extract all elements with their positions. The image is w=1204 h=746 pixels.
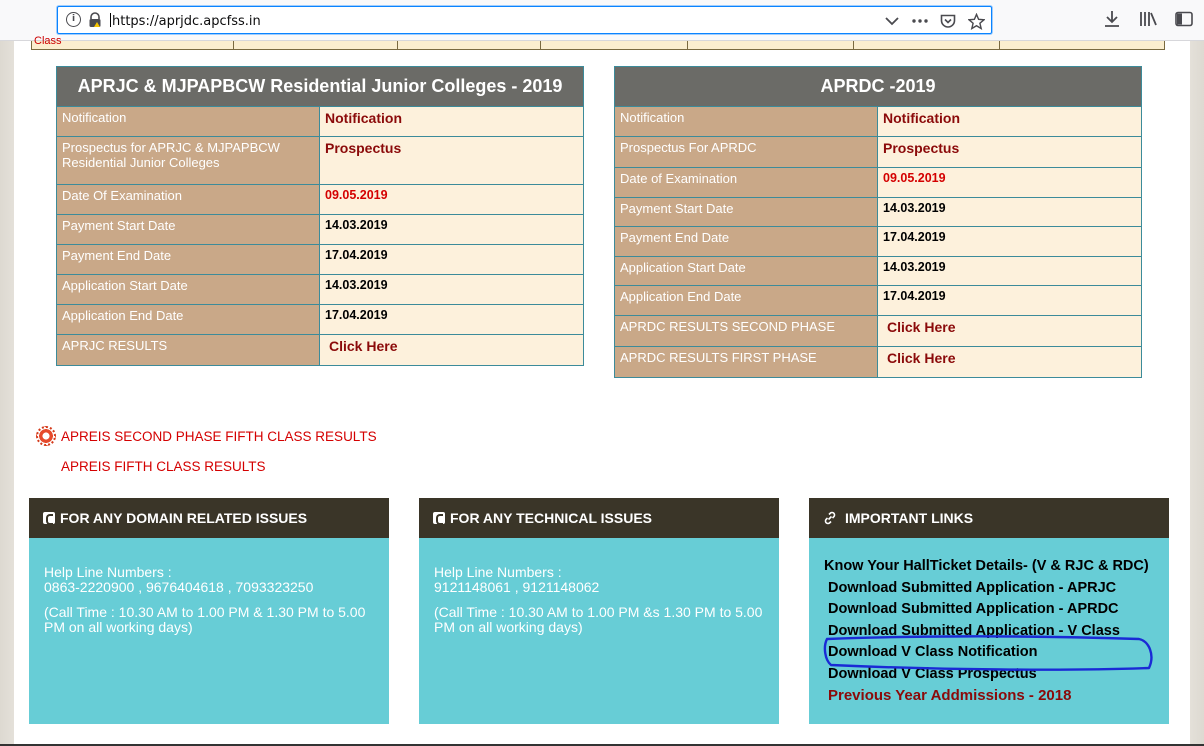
aprjc-key-app-end: Application End Date — [56, 304, 320, 335]
sidebar-icon[interactable] — [1174, 8, 1194, 30]
aprdc-key-app-start: Application Start Date — [614, 256, 878, 286]
url-text[interactable]: https://aprjdc.apcfss.in — [110, 13, 261, 29]
aprdc-key-notification: Notification — [614, 106, 878, 137]
aprjc-app-end: 17.04.2019 — [319, 304, 584, 335]
annotation-highlight-circle — [823, 635, 1153, 671]
aprdc-notification-link[interactable]: Notification — [877, 106, 1142, 137]
technical-issues-panel: FOR ANY TECHNICAL ISSUES Help Line Numbe… — [419, 498, 779, 724]
aprdc-payment-start: 14.03.2019 — [877, 197, 1142, 227]
aprdc-key-app-end: Application End Date — [614, 285, 878, 316]
aprjc-app-start: 14.03.2019 — [319, 274, 584, 305]
previous-year-admissions-link[interactable]: Previous Year Addmissions - 2018 — [824, 685, 1154, 707]
aprdc-key-payment-end: Payment End Date — [614, 226, 878, 257]
url-value: https://aprjdc.apcfss.in — [112, 14, 261, 29]
technical-helpline-label: Help Line Numbers : — [434, 564, 562, 580]
browser-toolbar: i https://aprjdc.apcfss.in — [0, 0, 1204, 41]
aprdc-results-second-link[interactable]: Click Here — [877, 315, 1142, 347]
aprjc-key-payment-start: Payment Start Date — [56, 214, 320, 245]
links-panel-title: IMPORTANT LINKS — [845, 510, 974, 526]
second-phase-results-row: APREIS SECOND PHASE FIFTH CLASS RESULTS — [36, 421, 377, 451]
aprjc-results-link[interactable]: Click Here — [319, 334, 584, 366]
page-content: Class APRJC & MJPAPBCW Residential Junio… — [14, 35, 1190, 746]
info-icon[interactable]: i — [66, 12, 81, 27]
new-badge-icon — [36, 426, 56, 446]
aprdc-prospectus-link[interactable]: Prospectus — [877, 136, 1142, 168]
aprdc-exam-date: 09.05.2019 — [877, 167, 1142, 198]
download-icon[interactable] — [1102, 8, 1122, 30]
aprdc-app-start: 14.03.2019 — [877, 256, 1142, 286]
links-panel-header: IMPORTANT LINKS — [809, 498, 1169, 538]
aprjc-exam-date: 09.05.2019 — [319, 184, 584, 215]
aprdc-key-results-second: APRDC RESULTS SECOND PHASE — [614, 315, 878, 347]
hallticket-details-link[interactable]: Know Your HallTicket Details- (V & RJC &… — [824, 556, 1154, 578]
aprjc-key-results: APRJC RESULTS — [56, 334, 320, 366]
pocket-icon[interactable] — [939, 12, 957, 30]
schedule-table-bottom-row: Class — [31, 35, 1165, 50]
technical-helpline-numbers: 9121148061 , 9121148062 — [434, 579, 600, 595]
more-icon[interactable] — [911, 12, 929, 30]
chevron-down-icon[interactable] — [883, 12, 901, 30]
domain-panel-header: FOR ANY DOMAIN RELATED ISSUES — [29, 498, 389, 538]
aprjc-key-exam-date: Date Of Examination — [56, 184, 320, 215]
aprjc-notification-link[interactable]: Notification — [319, 106, 584, 137]
star-icon[interactable] — [967, 12, 985, 30]
aprjc-title: APRJC & MJPAPBCW Residential Junior Coll… — [56, 66, 584, 107]
aprdc-key-prospectus: Prospectus For APRDC — [614, 136, 878, 168]
aprjc-key-app-start: Application Start Date — [56, 274, 320, 305]
domain-call-time: (Call Time : 10.30 AM to 1.00 PM & 1.30 … — [44, 604, 366, 635]
domain-panel-body: Help Line Numbers :0863-2220900 , 967640… — [29, 538, 389, 724]
aprjc-prospectus-link[interactable]: Prospectus — [319, 136, 584, 185]
technical-panel-body: Help Line Numbers :9121148061 , 91211480… — [419, 538, 779, 724]
fifth-class-results-link[interactable]: APREIS FIFTH CLASS RESULTS — [61, 459, 266, 474]
phone-icon — [43, 512, 55, 525]
library-icon[interactable] — [1138, 8, 1158, 30]
aprdc-title: APRDC -2019 — [614, 66, 1142, 107]
strip-label: Class — [34, 35, 62, 47]
results-links: APREIS SECOND PHASE FIFTH CLASS RESULTS … — [36, 421, 377, 481]
aprdc-table: APRDC -2019 Notification Notification Pro… — [614, 66, 1142, 378]
aprjc-key-prospectus: Prospectus for APRJC & MJPAPBCW Resident… — [56, 136, 320, 185]
domain-helpline-label: Help Line Numbers : — [44, 564, 172, 580]
phone-icon — [433, 512, 445, 525]
url-bar[interactable]: i https://aprjdc.apcfss.in — [57, 6, 992, 34]
technical-panel-header: FOR ANY TECHNICAL ISSUES — [419, 498, 779, 538]
aprjc-payment-start: 14.03.2019 — [319, 214, 584, 245]
second-phase-results-link[interactable]: APREIS SECOND PHASE FIFTH CLASS RESULTS — [61, 429, 377, 444]
domain-panel-title: FOR ANY DOMAIN RELATED ISSUES — [60, 510, 308, 526]
fifth-class-results-row: APREIS FIFTH CLASS RESULTS — [36, 451, 377, 481]
aprdc-results-first-link[interactable]: Click Here — [877, 346, 1142, 378]
domain-issues-panel: FOR ANY DOMAIN RELATED ISSUES Help Line … — [29, 498, 389, 724]
aprdc-key-exam-date: Date of Examination — [614, 167, 878, 198]
important-links-panel: IMPORTANT LINKS Know Your HallTicket Det… — [809, 498, 1169, 724]
aprdc-payment-end: 17.04.2019 — [877, 226, 1142, 257]
aprjc-payment-end: 17.04.2019 — [319, 244, 584, 275]
download-aprjc-application-link[interactable]: Download Submitted Application - APRJC — [824, 578, 1154, 600]
aprjc-key-payment-end: Payment End Date — [56, 244, 320, 275]
aprdc-key-payment-start: Payment Start Date — [614, 197, 878, 227]
aprdc-app-end: 17.04.2019 — [877, 285, 1142, 316]
technical-panel-title: FOR ANY TECHNICAL ISSUES — [450, 510, 652, 526]
aprjc-table: APRJC & MJPAPBCW Residential Junior Coll… — [56, 66, 584, 366]
page-background: Class APRJC & MJPAPBCW Residential Junio… — [0, 35, 1204, 746]
lock-icon[interactable] — [88, 12, 102, 28]
links-panel-body: Know Your HallTicket Details- (V & RJC &… — [809, 538, 1169, 724]
technical-call-time: (Call Time : 10.30 AM to 1.00 PM &s 1.30… — [434, 604, 763, 635]
link-icon — [824, 511, 836, 525]
domain-helpline-numbers: 0863-2220900 , 9676404618 , 7093323250 — [44, 579, 314, 595]
aprjc-key-notification: Notification — [56, 106, 320, 137]
aprdc-key-results-first: APRDC RESULTS FIRST PHASE — [614, 346, 878, 378]
download-aprdc-application-link[interactable]: Download Submitted Application - APRDC — [824, 599, 1154, 621]
